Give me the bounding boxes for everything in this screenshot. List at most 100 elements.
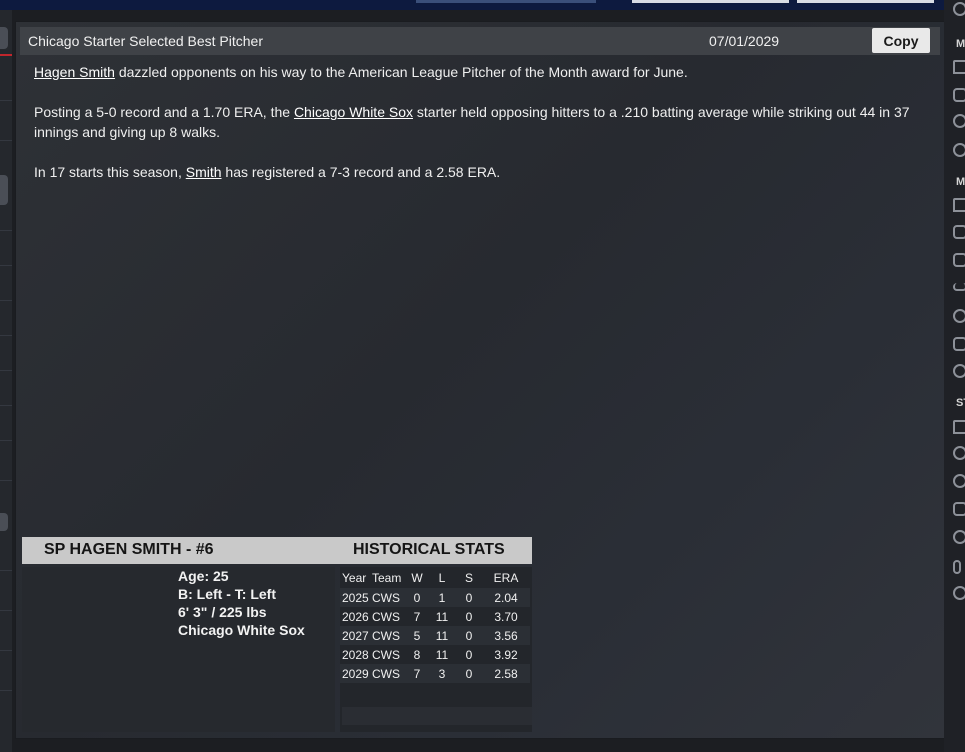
left-panel-edge [0, 10, 12, 752]
column-header[interactable]: Team [372, 567, 406, 588]
table-row: 2027 CWS 5 11 0 3.56 [340, 626, 530, 645]
stat-cell: 2028 [342, 647, 369, 662]
settings-icon[interactable] [953, 2, 965, 16]
player-age: Age: 25 [178, 568, 229, 584]
paragraph-text: dazzled opponents on his way to the Amer… [114, 64, 688, 80]
left-panel-accent [0, 54, 12, 56]
chart-icon[interactable] [953, 283, 965, 291]
stats-header-row: Year Team W L S ERA [340, 567, 530, 588]
stat-cell: 2025 [340, 588, 372, 607]
column-header[interactable]: W [406, 567, 428, 588]
historical-stats: Year Team W L S ERA 2025 CWS 0 1 0 2.04 … [340, 567, 532, 732]
stat-cell: CWS [372, 647, 400, 662]
dollar-icon[interactable] [953, 560, 961, 574]
column-header[interactable]: ERA [482, 567, 530, 588]
news-paragraph: Posting a 5-0 record and a 1.70 ERA, the… [34, 102, 914, 142]
stat-cell: 7 [406, 664, 428, 683]
stat-cell: CWS [372, 609, 400, 624]
player-link[interactable]: Smith [186, 164, 222, 180]
left-panel-scroll[interactable] [0, 513, 8, 531]
stat-cell: 2026 [342, 609, 369, 624]
player-card-header: SP HAGEN SMITH - #6 HISTORICAL STATS [22, 537, 532, 564]
player-bats-throws: B: Left - T: Left [178, 586, 276, 602]
column-header[interactable]: Year [340, 567, 372, 588]
player-team: Chicago White Sox [178, 622, 305, 638]
stat-cell: 8 [413, 647, 421, 662]
stat-cell: 5 [406, 626, 428, 645]
gear-icon[interactable] [953, 143, 965, 157]
stat-cell: 3.56 [482, 626, 530, 645]
phone-icon[interactable] [953, 446, 965, 460]
news-paragraph: Hagen Smith dazzled opponents on his way… [34, 62, 914, 82]
stat-cell: 0 [456, 588, 482, 607]
copy-button[interactable]: Copy [872, 28, 930, 53]
arrows-icon[interactable] [953, 337, 965, 351]
ball-icon[interactable] [953, 309, 965, 323]
sidebar-section-label: M [956, 38, 965, 50]
table-row: 2028 CWS 8 11 0 3.92 [340, 645, 530, 664]
gear-icon[interactable] [953, 586, 965, 600]
sidebar-section-label: ST [956, 397, 965, 409]
stat-cell: 7 [413, 609, 421, 624]
news-body: Hagen Smith dazzled opponents on his way… [34, 62, 914, 202]
refresh-icon[interactable] [953, 114, 965, 128]
player-card: SP HAGEN SMITH - #6 HISTORICAL STATS Age… [22, 536, 532, 732]
stats-table: Year Team W L S ERA 2025 CWS 0 1 0 2.04 … [340, 567, 530, 683]
top-tab[interactable] [797, 0, 934, 3]
home-icon[interactable] [953, 198, 965, 212]
player-card-title[interactable]: SP HAGEN SMITH - #6 [44, 541, 214, 559]
stat-cell: 0 [456, 626, 482, 645]
stat-cell: CWS [372, 664, 406, 683]
home-icon[interactable] [953, 60, 965, 74]
home-icon[interactable] [953, 420, 965, 434]
stat-cell: 2.04 [482, 588, 530, 607]
arrows-icon[interactable] [953, 502, 965, 516]
stat-cell: 11 [435, 647, 449, 662]
top-tab[interactable] [632, 0, 789, 3]
stat-cell: 2027 [340, 626, 372, 645]
stat-cell: 0 [406, 588, 428, 607]
table-row: 2026 CWS 7 11 0 3.70 [340, 607, 530, 626]
ball-icon[interactable] [953, 474, 965, 488]
stat-cell: 3.70 [494, 609, 518, 624]
stat-cell: 0 [465, 647, 473, 662]
tag-icon[interactable] [953, 225, 965, 239]
stat-cell: 11 [428, 626, 456, 645]
stat-cell: 2.58 [482, 664, 530, 683]
news-headline: Chicago Starter Selected Best Pitcher [28, 33, 264, 49]
stat-cell: 0 [465, 609, 473, 624]
column-header[interactable]: S [456, 567, 482, 588]
stat-cell: 1 [428, 588, 456, 607]
stat-cell: 0 [456, 664, 482, 683]
sidebar-section-label: M [956, 176, 965, 188]
news-panel: Chicago Starter Selected Best Pitcher 0 7… [16, 22, 944, 738]
player-link[interactable]: Hagen Smith [34, 64, 115, 80]
news-header: Chicago Starter Selected Best Pitcher 07… [20, 27, 940, 55]
ball-icon[interactable] [953, 530, 965, 544]
stat-cell: 3.92 [494, 647, 518, 662]
paragraph-text: Posting a 5-0 record and a 1.70 ERA, the [34, 104, 294, 120]
top-app-strip [0, 0, 965, 10]
gear-icon[interactable] [953, 364, 965, 378]
stat-cell: CWS [372, 626, 406, 645]
list-icon[interactable] [953, 253, 965, 267]
mail-icon[interactable] [953, 88, 965, 102]
table-row: 2029 CWS 7 3 0 2.58 [340, 664, 530, 683]
top-tab[interactable] [416, 0, 596, 3]
player-height-weight: 6' 3" / 225 lbs [178, 604, 267, 620]
left-panel-tab[interactable] [0, 175, 8, 205]
player-info: Age: 25 B: Left - T: Left 6' 3" / 225 lb… [22, 567, 335, 732]
right-sidebar: M M ST [944, 0, 965, 752]
stat-cell: 2029 [340, 664, 372, 683]
column-header[interactable]: L [428, 567, 456, 588]
table-row: 2025 CWS 0 1 0 2.04 [340, 588, 530, 607]
paragraph-text: In 17 starts this season, [34, 164, 186, 180]
stat-cell: 3 [428, 664, 456, 683]
paragraph-text: has registered a 7-3 record and a 2.58 E… [221, 164, 501, 180]
left-panel-tab[interactable] [0, 27, 8, 49]
stat-cell: CWS [372, 588, 406, 607]
news-paragraph: In 17 starts this season, Smith has regi… [34, 162, 914, 182]
team-link[interactable]: Chicago White Sox [294, 104, 413, 120]
historical-stats-title: HISTORICAL STATS [353, 541, 505, 558]
stats-footer-row [342, 707, 532, 725]
